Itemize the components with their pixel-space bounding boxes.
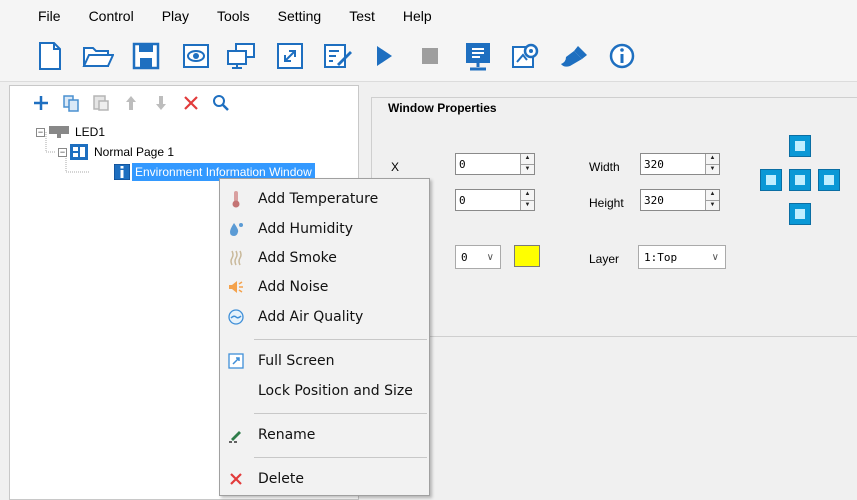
display-icon[interactable] — [460, 38, 496, 74]
menu-add-temperature[interactable]: Add Temperature — [220, 185, 429, 213]
width-down-arrow-icon[interactable]: ▼ — [706, 164, 719, 174]
context-menu: Add Temperature Add Humidity Add Smoke A… — [219, 178, 430, 496]
menu-separator — [254, 457, 427, 458]
open-folder-icon[interactable] — [80, 38, 116, 74]
info-icon[interactable] — [604, 38, 640, 74]
add-icon[interactable] — [28, 90, 54, 116]
height-label: Height — [589, 196, 624, 210]
tree-toolbar — [10, 86, 358, 120]
width-spinbox[interactable]: ▲▼ — [640, 153, 720, 175]
new-file-icon[interactable] — [32, 38, 68, 74]
align-left-button[interactable] — [760, 169, 782, 191]
move-up-icon[interactable] — [118, 90, 144, 116]
menu-setting[interactable]: Setting — [264, 0, 336, 32]
preview-eye-icon[interactable] — [178, 38, 214, 74]
air-quality-icon — [228, 309, 244, 325]
y-spinbox[interactable]: ▲▼ — [455, 189, 535, 211]
x-up-arrow-icon[interactable]: ▲ — [521, 154, 534, 165]
menu-bar: File Control Play Tools Setting Test Hel… — [0, 0, 857, 32]
window-properties-group — [371, 97, 857, 337]
page-icon — [70, 144, 88, 160]
delete-icon[interactable] — [178, 90, 204, 116]
network-icon[interactable] — [224, 38, 260, 74]
menu-control[interactable]: Control — [75, 0, 148, 32]
width-up-arrow-icon[interactable]: ▲ — [706, 154, 719, 165]
align-bottom-button[interactable] — [789, 203, 811, 225]
layer-label: Layer — [589, 252, 620, 266]
y-up-arrow-icon[interactable]: ▲ — [521, 190, 534, 201]
y-input[interactable] — [456, 190, 520, 210]
menu-test[interactable]: Test — [335, 0, 389, 32]
menu-add-air-quality[interactable]: Add Air Quality — [220, 303, 429, 331]
collapse-toggle[interactable]: − — [58, 147, 67, 157]
rename-pen-icon — [228, 427, 244, 443]
x-label: X — [391, 160, 400, 174]
thermometer-icon — [228, 191, 244, 208]
menu-add-smoke[interactable]: Add Smoke — [220, 244, 429, 272]
menu-lock-position[interactable]: Lock Position and Size — [220, 377, 429, 405]
humidity-drop-icon — [228, 221, 244, 237]
width-input[interactable] — [641, 154, 705, 174]
fullscreen-icon — [228, 353, 244, 369]
move-down-icon[interactable] — [148, 90, 174, 116]
menu-file[interactable]: File — [0, 0, 75, 32]
menu-full-screen[interactable]: Full Screen — [220, 347, 429, 375]
main-toolbar — [0, 32, 857, 82]
color-picker-button[interactable] — [514, 245, 540, 267]
y-down-arrow-icon[interactable]: ▼ — [521, 200, 534, 210]
collapse-toggle[interactable]: − — [36, 127, 45, 137]
height-input[interactable] — [641, 190, 705, 210]
tree-node-page[interactable]: − Normal Page 1 — [58, 143, 174, 161]
border-combo[interactable]: 0 ∨ — [455, 245, 501, 269]
x-spinbox[interactable]: ▲▼ — [455, 153, 535, 175]
paste-icon[interactable] — [88, 90, 114, 116]
x-input[interactable] — [456, 154, 520, 174]
layer-combo-value: 1:Top — [644, 250, 678, 264]
menu-add-noise[interactable]: Add Noise — [220, 273, 429, 301]
menu-separator — [254, 339, 427, 340]
menu-play[interactable]: Play — [148, 0, 203, 32]
chevron-down-icon: ∨ — [486, 251, 494, 263]
menu-rename[interactable]: Rename — [220, 421, 429, 449]
border-combo-value: 0 — [461, 250, 468, 264]
play-icon[interactable] — [366, 38, 402, 74]
align-top-button[interactable] — [789, 135, 811, 157]
led-screen-icon — [49, 126, 69, 138]
menu-help[interactable]: Help — [389, 0, 446, 32]
width-label: Width — [589, 160, 620, 174]
delete-x-icon — [228, 471, 244, 487]
search-icon[interactable] — [208, 90, 234, 116]
align-right-button[interactable] — [818, 169, 840, 191]
height-down-arrow-icon[interactable]: ▼ — [706, 200, 719, 210]
settings-icon[interactable] — [508, 38, 544, 74]
height-spinbox[interactable]: ▲▼ — [640, 189, 720, 211]
properties-panel: Window Properties X ▲▼ ▲▼ Width ▲▼ Heigh… — [359, 85, 857, 500]
x-down-arrow-icon[interactable]: ▼ — [521, 164, 534, 174]
menu-separator — [254, 413, 427, 414]
info-window-icon — [114, 164, 130, 180]
stop-icon[interactable] — [412, 38, 448, 74]
tree-label-page: Normal Page 1 — [94, 145, 175, 159]
height-up-arrow-icon[interactable]: ▲ — [706, 190, 719, 201]
align-center-button[interactable] — [789, 169, 811, 191]
copy-icon[interactable] — [58, 90, 84, 116]
menu-add-humidity[interactable]: Add Humidity — [220, 215, 429, 243]
layer-combo[interactable]: 1:Top ∨ — [638, 245, 726, 269]
edit-icon[interactable] — [320, 38, 356, 74]
fullscreen-icon[interactable] — [272, 38, 308, 74]
chevron-down-icon: ∨ — [711, 251, 719, 263]
tree-node-led[interactable]: − LED1 — [36, 123, 105, 141]
speaker-icon — [228, 279, 244, 295]
window-properties-title: Window Properties — [386, 101, 499, 115]
menu-delete[interactable]: Delete — [220, 465, 429, 493]
save-icon[interactable] — [128, 38, 164, 74]
tree-label-led: LED1 — [75, 125, 106, 139]
menu-tools[interactable]: Tools — [203, 0, 264, 32]
smoke-icon — [228, 250, 244, 266]
brush-icon[interactable] — [556, 38, 592, 74]
